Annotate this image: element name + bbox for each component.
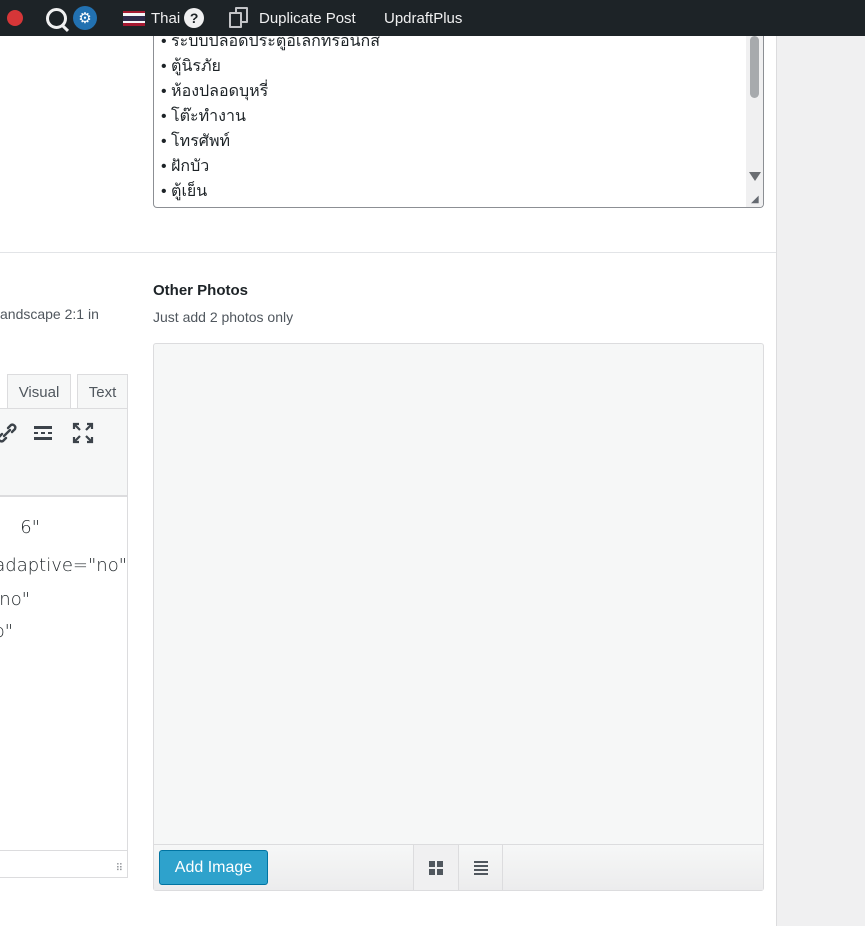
tab-visual[interactable]: Visual bbox=[7, 374, 71, 409]
right-sidebar-gutter bbox=[776, 36, 865, 926]
duplicate-icon bbox=[227, 6, 251, 30]
gallery-toolbar: Add Image bbox=[154, 844, 763, 890]
grid-view-icon bbox=[429, 860, 443, 875]
code-line: no" bbox=[0, 589, 30, 610]
duplicate-post-label: Duplicate Post bbox=[259, 9, 356, 27]
help-icon[interactable]: ? bbox=[184, 8, 205, 28]
amenity-item: ตู้เย็น bbox=[161, 179, 380, 204]
other-photos-title: Other Photos bbox=[153, 282, 249, 299]
amenity-item: โทรศัพท์ bbox=[161, 129, 380, 154]
add-image-button[interactable]: Add Image bbox=[159, 850, 268, 885]
code-line: adaptive="no" bbox=[0, 555, 127, 576]
language-label: Thai bbox=[151, 9, 181, 27]
admin-bar: ⚙ Thai ? Duplicate Post UpdraftPlus bbox=[0, 0, 865, 36]
amenity-item: ฝักบัว bbox=[161, 154, 380, 179]
editor-statusbar: ⠿ bbox=[0, 850, 127, 877]
amenity-item: ห้องปลอดบุหรี่ bbox=[161, 79, 380, 104]
resize-handle-icon[interactable]: ◢ bbox=[751, 195, 761, 205]
amenity-item: ตู้นิรภัย bbox=[161, 54, 380, 79]
code-line: 6" bbox=[20, 517, 40, 538]
section-divider bbox=[0, 252, 776, 253]
editor-toolbar bbox=[0, 408, 128, 497]
updraftplus-menu[interactable]: UpdraftPlus bbox=[384, 0, 462, 36]
amenity-item: โต๊ะทำงาน bbox=[161, 104, 380, 129]
updraftplus-label: UpdraftPlus bbox=[384, 9, 463, 27]
shortcode-editor[interactable]: 6" adaptive="no" no" o" ⠿ bbox=[0, 497, 128, 878]
query-monitor-icon[interactable] bbox=[46, 0, 67, 36]
gear-icon[interactable]: ⚙ bbox=[73, 0, 97, 36]
list-view-icon bbox=[473, 860, 488, 875]
read-more-icon[interactable] bbox=[31, 421, 55, 445]
record-icon[interactable] bbox=[7, 0, 23, 36]
link-icon[interactable] bbox=[0, 421, 19, 445]
duplicate-post-menu[interactable]: Duplicate Post bbox=[227, 0, 356, 36]
amenity-item: ระบบปลอดประตูอิเล็กทรอนิกส์ bbox=[161, 36, 380, 54]
language-switcher[interactable]: Thai ? bbox=[123, 0, 205, 36]
amenities-list: ระบบปลอดประตูอิเล็กทรอนิกส์ตู้นิรภัยห้อง… bbox=[154, 36, 380, 207]
tab-text[interactable]: Text bbox=[77, 374, 128, 409]
image-field-description: andscape 2:1 in bbox=[0, 306, 99, 322]
fullscreen-icon[interactable] bbox=[71, 421, 95, 445]
code-line: o" bbox=[0, 621, 13, 642]
amenity-item: … bbox=[161, 204, 380, 207]
photo-gallery-dropzone[interactable]: Add Image bbox=[153, 343, 764, 891]
scroll-down-icon[interactable] bbox=[749, 172, 761, 181]
list-view-button[interactable] bbox=[458, 845, 503, 890]
grid-view-button[interactable] bbox=[413, 845, 458, 890]
resize-grip-icon[interactable]: ⠿ bbox=[116, 863, 123, 874]
textarea-scrollbar[interactable] bbox=[746, 36, 763, 207]
thai-flag-icon bbox=[123, 10, 145, 26]
scrollbar-thumb[interactable] bbox=[750, 36, 759, 98]
amenities-textarea[interactable]: ระบบปลอดประตูอิเล็กทรอนิกส์ตู้นิรภัยห้อง… bbox=[153, 36, 764, 208]
other-photos-help: Just add 2 photos only bbox=[153, 309, 294, 325]
